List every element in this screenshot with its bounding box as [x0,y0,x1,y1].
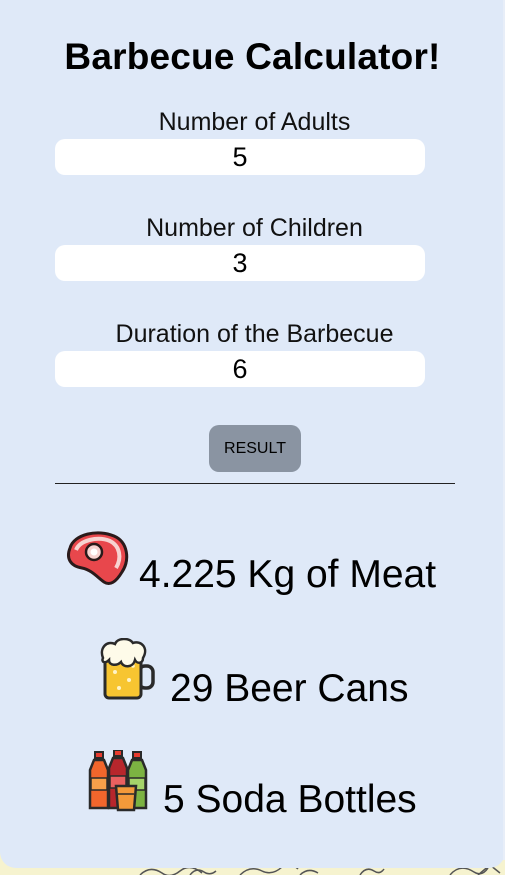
page-title: Barbecue Calculator! [64,36,441,77]
soda-bottles-icon [88,750,148,812]
children-input[interactable] [55,245,425,281]
result-button[interactable]: RESULT [209,425,301,472]
soda-result-text: 5 Soda Bottles [163,778,417,821]
duration-label: Duration of the Barbecue [115,320,394,348]
soda-result-row: 5 Soda Bottles [0,750,505,830]
beer-result-text: 29 Beer Cans [170,667,409,710]
children-label: Number of Children [146,214,363,242]
adults-label: Number of Adults [158,108,351,136]
meat-result-text: 4.225 Kg of Meat [139,553,437,596]
beer-result-row: 29 Beer Cans [0,638,505,718]
calculator-card: Barbecue Calculator! Number of Adults Nu… [0,0,505,868]
divider [55,483,455,484]
meat-result-row: 4.225 Kg of Meat [0,530,505,610]
duration-input[interactable] [55,351,425,387]
steak-icon [67,531,129,586]
beer-mug-icon [100,638,155,700]
adults-input[interactable] [55,139,425,175]
